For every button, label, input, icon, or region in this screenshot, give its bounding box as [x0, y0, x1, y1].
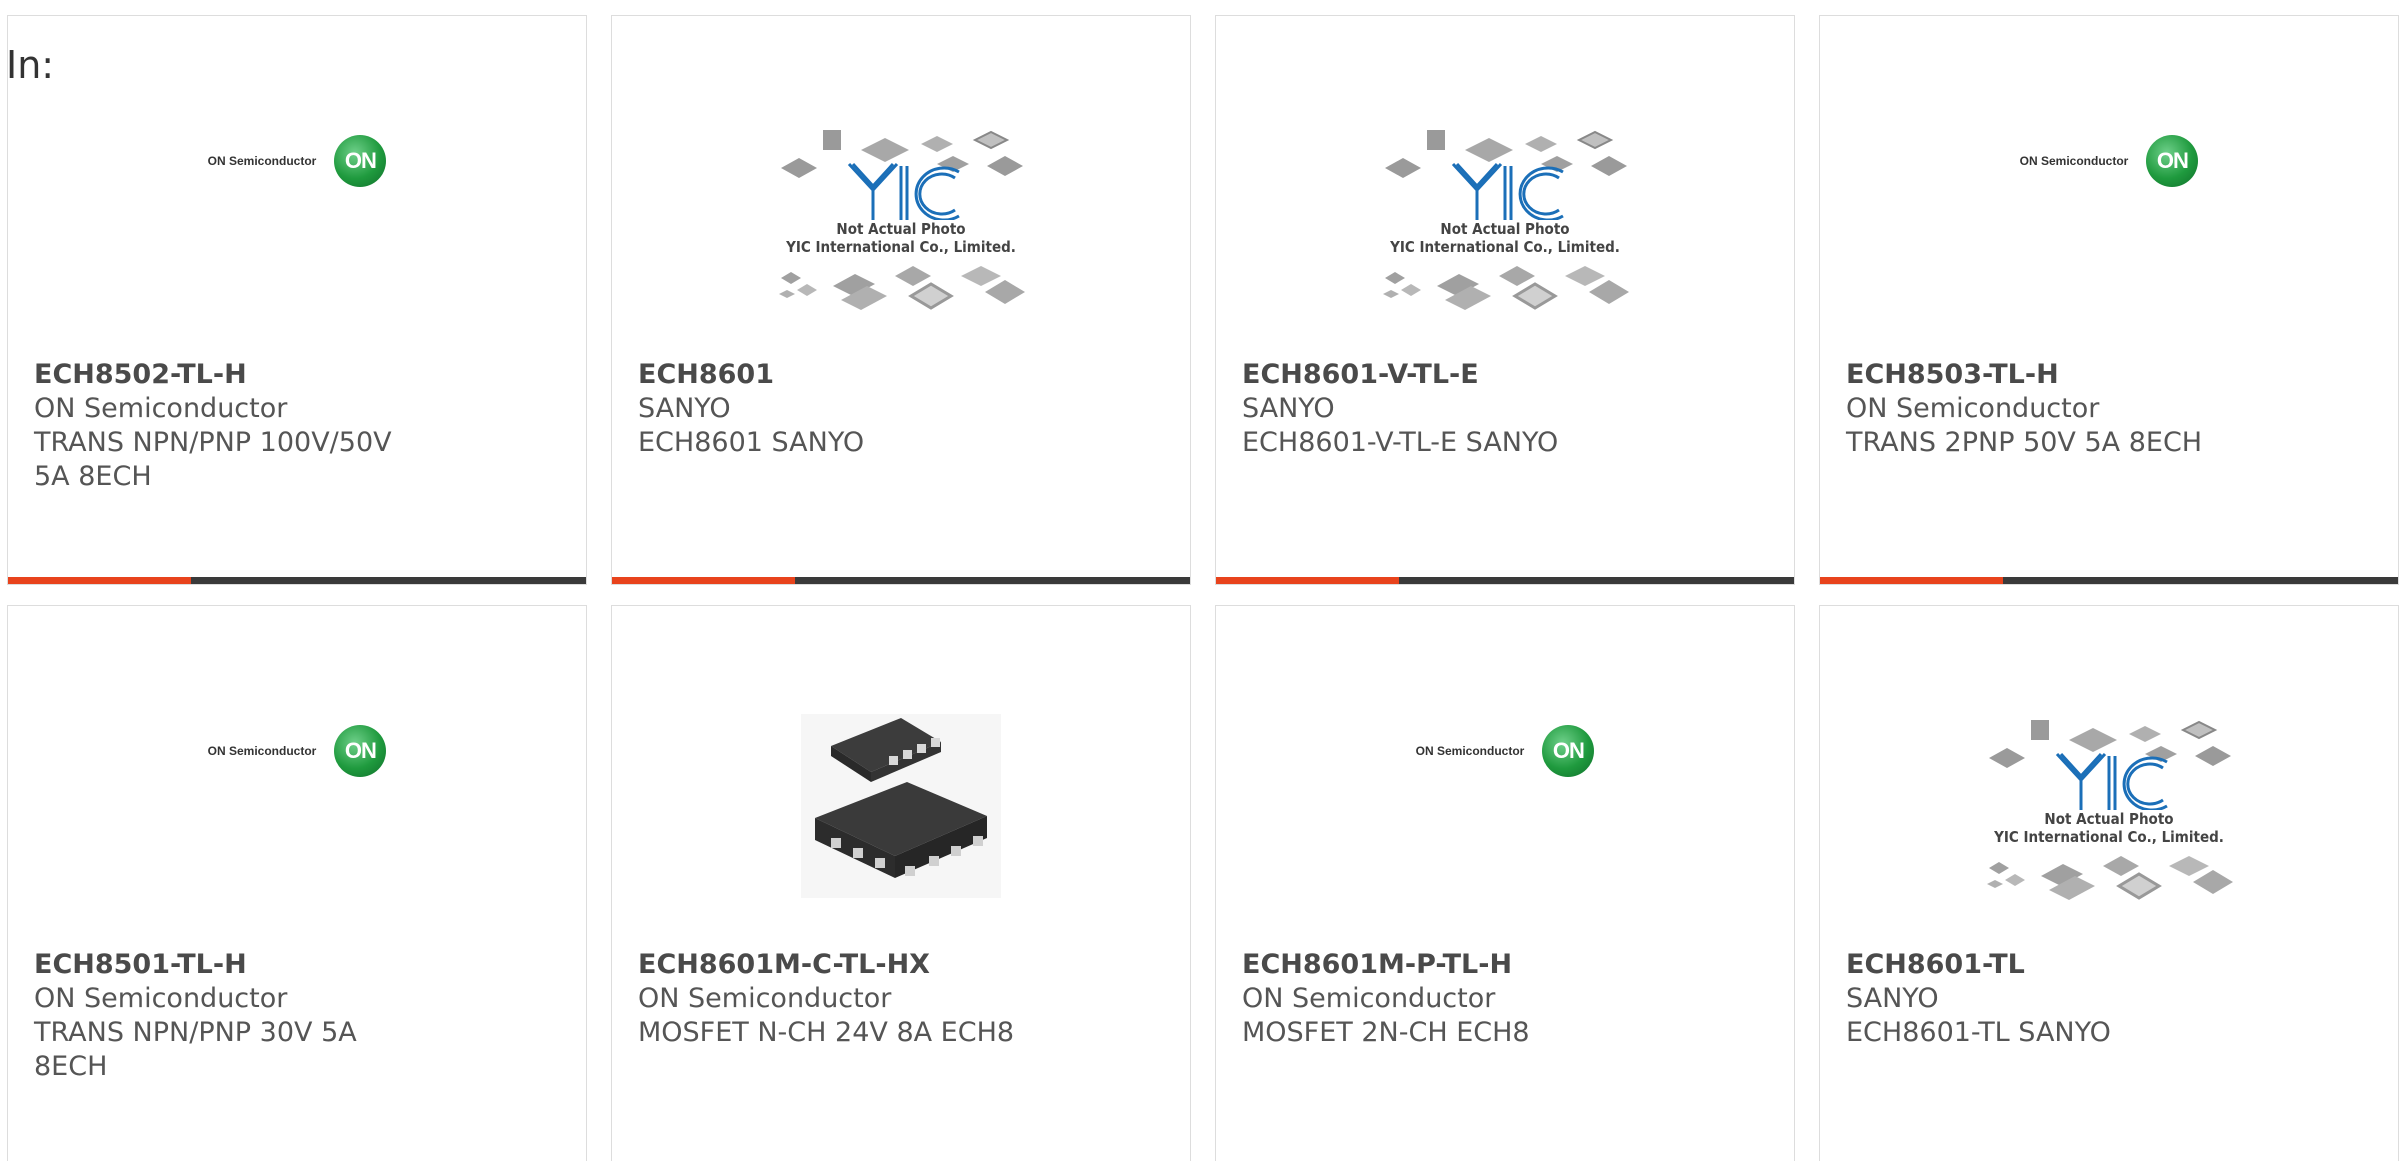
part-number-link[interactable]: ECH8601: [638, 358, 1170, 392]
card-bottom-bar: [1820, 577, 2398, 584]
on-semiconductor-logo: ON Semiconductor ON: [1820, 76, 2398, 356]
part-number-link[interactable]: ECH8601-V-TL-E: [1242, 358, 1774, 392]
product-card[interactable]: ON Semiconductor ON ECH8501-TL-H ON Semi…: [7, 605, 587, 1161]
chip-packages-icon: [1383, 266, 1629, 310]
filter-label: In:: [6, 43, 55, 87]
yic-placeholder-image: Not Actual Photo YIC International Co., …: [612, 76, 1190, 356]
on-semiconductor-logo: ON Semiconductor ON: [8, 76, 586, 356]
product-card[interactable]: Not Actual Photo YIC International Co., …: [611, 15, 1191, 585]
on-semiconductor-logo: ON Semiconductor ON: [8, 666, 586, 946]
manufacturer: ON Semiconductor: [638, 983, 892, 1014]
product-card[interactable]: Not Actual Photo YIC International Co., …: [1215, 15, 1795, 585]
card-bottom-bar: [8, 577, 586, 584]
description: MOSFET 2N-CH ECH8: [1242, 1017, 1530, 1048]
part-number-link[interactable]: ECH8503-TL-H: [1846, 358, 2378, 392]
logo-text: ON Semiconductor: [207, 744, 317, 758]
card-accent: [1216, 577, 1399, 584]
card-accent: [1820, 577, 2003, 584]
description: ECH8601 SANYO: [638, 427, 865, 458]
placeholder-caption-2: YIC International Co., Limited.: [1390, 238, 1620, 256]
placeholder-caption-1: Not Actual Photo: [836, 220, 966, 238]
product-card[interactable]: ON Semiconductor ON ECH8601M-P-TL-H ON S…: [1215, 605, 1795, 1161]
description: MOSFET N-CH 24V 8A ECH8: [638, 1017, 1015, 1048]
product-card[interactable]: ON Semiconductor ON ECH8503-TL-H ON Semi…: [1819, 15, 2399, 585]
on-logo-icon: ON: [2146, 135, 2199, 187]
card-accent: [612, 577, 795, 584]
logo-text: ON Semiconductor: [1415, 744, 1525, 758]
part-number-link[interactable]: ECH8601M-C-TL-HX: [638, 948, 1170, 982]
manufacturer: ON Semiconductor: [1242, 983, 1496, 1014]
placeholder-caption-2: YIC International Co., Limited.: [1994, 828, 2224, 846]
logo-text: ON Semiconductor: [2019, 154, 2129, 168]
yic-placeholder-image: Not Actual Photo YIC International Co., …: [1216, 76, 1794, 356]
logo-text: ON Semiconductor: [207, 154, 317, 168]
description: TRANS NPN/PNP 100V/50V 5A 8ECH: [34, 427, 392, 492]
yic-placeholder-image: Not Actual Photo YIC International Co., …: [1820, 666, 2398, 946]
description: TRANS NPN/PNP 30V 5A 8ECH: [34, 1017, 357, 1082]
chip-packages-icon: [1989, 720, 2231, 810]
part-number-link[interactable]: ECH8601-TL: [1846, 948, 2378, 982]
product-card[interactable]: ECH8601M-C-TL-HX ON Semiconductor MOSFET…: [611, 605, 1191, 1161]
on-semiconductor-logo: ON Semiconductor ON: [1216, 666, 1794, 946]
on-logo-icon: ON: [334, 135, 387, 187]
chip-packages-icon: [1987, 856, 2233, 900]
placeholder-caption-1: Not Actual Photo: [2044, 810, 2174, 828]
part-number-link[interactable]: ECH8601M-P-TL-H: [1242, 948, 1774, 982]
description: ECH8601-V-TL-E SANYO: [1242, 427, 1559, 458]
chip-package-icon: [801, 714, 1001, 898]
card-bottom-bar: [612, 577, 1190, 584]
manufacturer: ON Semiconductor: [34, 393, 288, 424]
chip-packages-icon: [1385, 130, 1627, 220]
product-grid-page: In: ON Semiconductor ON ECH8502-TL-H ON …: [0, 0, 2400, 1161]
manufacturer: ON Semiconductor: [1846, 393, 2100, 424]
manufacturer: SANYO: [638, 393, 731, 424]
product-card[interactable]: Not Actual Photo YIC International Co., …: [1819, 605, 2399, 1161]
placeholder-caption-2: YIC International Co., Limited.: [786, 238, 1016, 256]
manufacturer: ON Semiconductor: [34, 983, 288, 1014]
chip-packages-icon: [781, 130, 1023, 220]
chip-package-photo: [612, 666, 1190, 946]
description: TRANS 2PNP 50V 5A 8ECH: [1846, 427, 2203, 458]
chip-packages-icon: [779, 266, 1025, 310]
part-number-link[interactable]: ECH8501-TL-H: [34, 948, 566, 982]
on-logo-icon: ON: [1542, 725, 1595, 777]
manufacturer: SANYO: [1846, 983, 1939, 1014]
placeholder-caption-1: Not Actual Photo: [1440, 220, 1570, 238]
part-number-link[interactable]: ECH8502-TL-H: [34, 358, 566, 392]
on-logo-icon: ON: [334, 725, 387, 777]
card-bottom-bar: [1216, 577, 1794, 584]
description: ECH8601-TL SANYO: [1846, 1017, 2111, 1048]
manufacturer: SANYO: [1242, 393, 1335, 424]
product-card[interactable]: ON Semiconductor ON ECH8502-TL-H ON Semi…: [7, 15, 587, 585]
card-accent: [8, 577, 191, 584]
